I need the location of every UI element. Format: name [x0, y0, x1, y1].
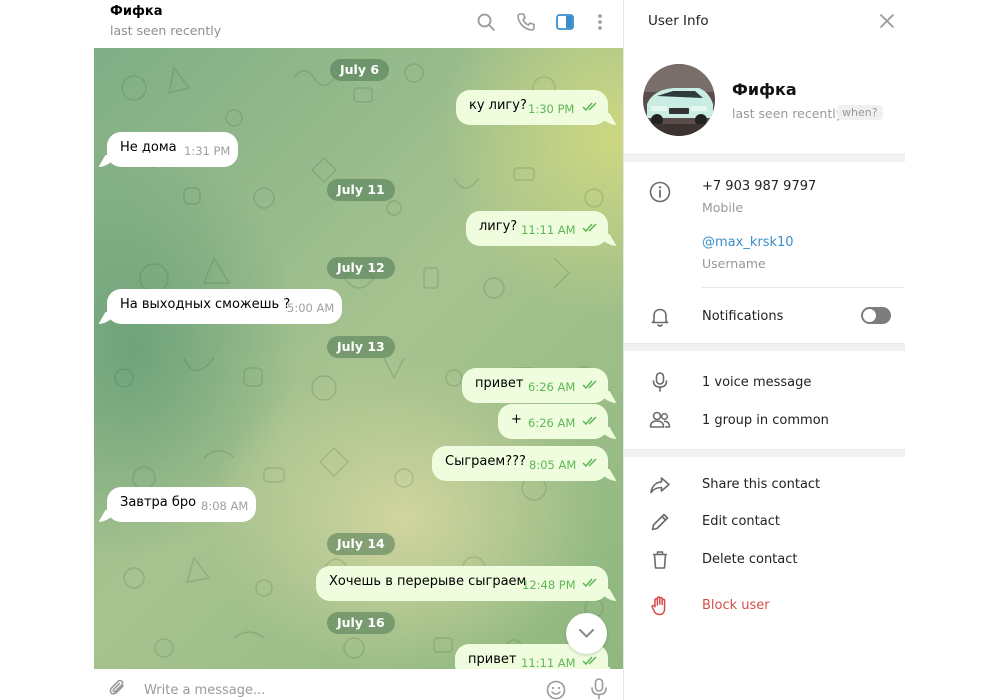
date-separator: July 6: [330, 59, 390, 81]
sidebar-panel-icon[interactable]: [554, 11, 576, 33]
microphone-icon[interactable]: [588, 677, 610, 700]
message-composer: [94, 669, 623, 700]
voice-messages-row[interactable]: 1 voice message: [624, 366, 905, 400]
block-user-label: Block user: [702, 598, 770, 613]
hand-stop-icon: [648, 594, 672, 618]
read-ticks-icon: [582, 458, 597, 468]
message-time: 6:26 AM: [528, 416, 576, 430]
delete-contact-row[interactable]: Delete contact: [624, 543, 905, 577]
message-time: 8:08 AM: [201, 499, 249, 513]
chat-status: last seen recently: [110, 23, 222, 38]
date-separator: July 16: [327, 612, 395, 634]
read-ticks-icon: [582, 656, 597, 666]
message-text: Не дома: [120, 140, 177, 155]
phone-label: Mobile: [702, 200, 744, 215]
message-outgoing[interactable]: Хочешь в перерыве сыграем 12:48 PM: [316, 566, 608, 601]
message-time: 6:26 AM: [528, 380, 576, 394]
chat-title[interactable]: Фифка: [110, 4, 163, 19]
date-separator: July 13: [327, 336, 395, 358]
message-time: 11:11 AM: [521, 656, 576, 669]
chevron-down-icon: [579, 629, 594, 638]
message-input[interactable]: [144, 680, 524, 700]
message-time: 8:05 AM: [529, 458, 577, 472]
trash-icon: [648, 548, 672, 572]
message-text: привет: [475, 376, 524, 391]
message-outgoing[interactable]: привет 6:26 AM: [462, 368, 608, 403]
message-incoming[interactable]: Не дома 1:31 PM: [107, 132, 238, 167]
message-text: +: [511, 412, 522, 427]
panel-title: User Info: [648, 13, 709, 29]
message-time: 1:30 PM: [528, 102, 575, 116]
message-text: лигу?: [479, 219, 518, 234]
date-separator: July 11: [327, 179, 395, 201]
message-outgoing[interactable]: ку лигу? 1:30 PM: [456, 90, 608, 125]
message-outgoing[interactable]: + 6:26 AM: [498, 404, 608, 439]
paperclip-icon[interactable]: [108, 678, 128, 698]
message-text: Завтра бро: [120, 495, 197, 510]
username-link[interactable]: @max_krsk10: [702, 235, 794, 250]
share-contact-label: Share this contact: [702, 477, 821, 492]
date-separator: July 14: [327, 533, 395, 555]
message-text: Сыграем???: [445, 454, 526, 469]
last-seen-when-badge[interactable]: when?: [837, 105, 883, 120]
profile-name: Фифка: [732, 80, 797, 99]
profile-status: last seen recently: [732, 106, 844, 121]
message-outgoing[interactable]: Сыграем??? 8:05 AM: [432, 446, 608, 481]
message-incoming[interactable]: Завтра бро 8:08 AM: [107, 487, 256, 522]
telegram-window: Фифка last seen recently July 6 July 11 …: [0, 0, 1000, 700]
search-icon[interactable]: [475, 11, 497, 33]
phone-icon[interactable]: [515, 11, 537, 33]
avatar[interactable]: [643, 64, 715, 136]
message-time: 12:48 PM: [522, 578, 576, 592]
groups-in-common-label: 1 group in common: [702, 413, 829, 428]
notifications-label: Notifications: [702, 309, 784, 324]
row-divider: [702, 287, 905, 288]
more-vertical-icon[interactable]: [589, 11, 611, 33]
pencil-icon: [648, 510, 672, 534]
message-incoming[interactable]: На выходных сможешь ? 5:00 AM: [107, 289, 342, 324]
delete-contact-label: Delete contact: [702, 552, 798, 567]
notifications-toggle[interactable]: [861, 307, 891, 324]
info-icon: [648, 180, 672, 204]
emoji-icon[interactable]: [545, 679, 567, 700]
section-separator: [624, 343, 905, 351]
edit-contact-row[interactable]: Edit contact: [624, 505, 905, 539]
message-text: Хочешь в перерыве сыграем: [329, 574, 527, 589]
message-time: 1:31 PM: [184, 144, 231, 158]
section-separator: [624, 449, 905, 457]
read-ticks-icon: [582, 380, 597, 390]
scroll-to-bottom-button[interactable]: [566, 613, 607, 654]
chat-header: Фифка last seen recently: [94, 0, 623, 48]
close-icon[interactable]: [878, 12, 896, 30]
edit-contact-label: Edit contact: [702, 514, 780, 529]
voice-messages-label: 1 voice message: [702, 375, 812, 390]
message-time: 5:00 AM: [287, 301, 335, 315]
username-text[interactable]: @max_krsk10: [702, 235, 794, 250]
user-info-panel: User Info Фифка last seen recently when?…: [624, 0, 905, 700]
read-ticks-icon: [582, 578, 597, 588]
message-text: На выходных сможешь ?: [120, 297, 291, 312]
share-contact-row[interactable]: Share this contact: [624, 468, 905, 502]
message-time: 11:11 AM: [521, 223, 576, 237]
read-ticks-icon: [582, 102, 597, 112]
username-label: Username: [702, 256, 766, 271]
message-text: привет: [468, 652, 517, 667]
groups-in-common-row[interactable]: 1 group in common: [624, 404, 905, 438]
message-text: ку лигу?: [469, 98, 527, 113]
toggle-knob: [863, 309, 876, 322]
read-ticks-icon: [582, 223, 597, 233]
block-user-text: Block user: [702, 598, 770, 613]
bell-icon: [648, 305, 672, 329]
date-separator: July 12: [327, 257, 395, 279]
section-separator: [624, 154, 905, 162]
block-user-row[interactable]: Block user: [624, 589, 905, 623]
phone-number[interactable]: +7 903 987 9797: [702, 179, 816, 194]
read-ticks-icon: [582, 416, 597, 426]
share-icon: [648, 473, 672, 497]
microphone-icon: [648, 370, 672, 394]
message-outgoing[interactable]: лигу? 11:11 AM: [466, 211, 608, 246]
chat-history[interactable]: July 6 July 11 July 12 July 13 July 14 J…: [94, 48, 623, 669]
group-icon: [648, 408, 672, 432]
